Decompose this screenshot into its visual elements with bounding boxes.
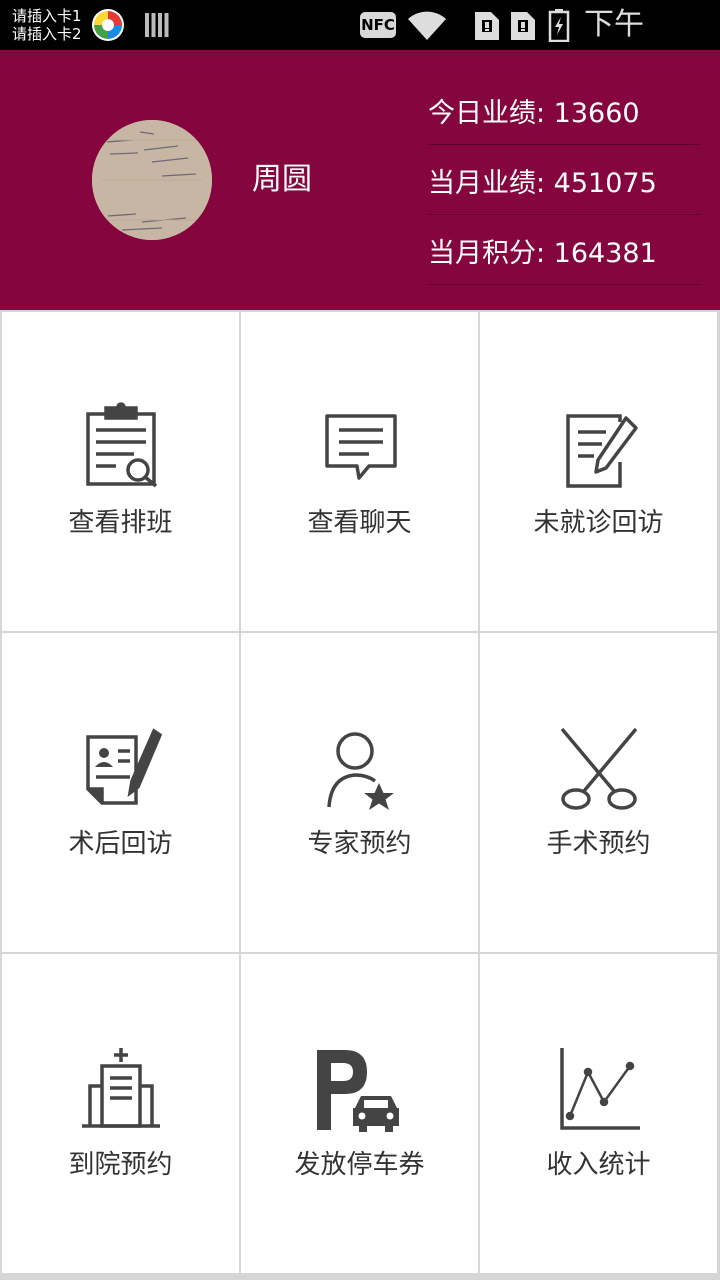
line-chart-icon — [559, 1048, 640, 1130]
menu-label-expert-appointment: 专家预约 — [307, 829, 412, 859]
stat-points-text: 当月积分: 164381 — [428, 238, 657, 269]
chat-icon — [324, 414, 397, 480]
app-notification-icon — [92, 9, 124, 41]
menu-label-post-surgery-followup: 术后回访 — [68, 829, 173, 859]
parking-icon — [316, 1050, 399, 1132]
profile-header: 周圆 今日业绩: 13660 当月业绩: 451075 当月积分: 164381 — [0, 50, 720, 310]
hospital-icon — [81, 1048, 160, 1128]
status-bar: 请插入卡1 请插入卡2 NFC 下午 2:30 — [0, 0, 720, 82]
menu-item-parking-coupon[interactable]: 发放停车券 — [241, 954, 478, 1273]
expert-icon — [326, 732, 394, 810]
stat-today-performance: 今日业绩: 13660 — [428, 75, 700, 145]
menu-label-income-stats: 收入统计 — [546, 1150, 651, 1180]
menu-grid: 查看排班 查看聊天 未就诊回访 术后回访 专家预约 手术预约 到院预约 发放停车… — [0, 310, 720, 1280]
menu-item-income-stats[interactable]: 收入统计 — [480, 954, 717, 1273]
stat-today-text: 今日业绩: 13660 — [428, 98, 640, 129]
sim-line-1: 请插入卡1 — [12, 7, 82, 25]
sim-status: 请插入卡1 请插入卡2 — [12, 7, 82, 43]
sim-card-2-icon — [511, 12, 535, 40]
menu-label-hospital-appointment: 到院预约 — [68, 1150, 173, 1180]
menu-item-hospital-appointment[interactable]: 到院预约 — [2, 954, 239, 1273]
id-card-icon — [85, 728, 162, 805]
storage-icon — [145, 13, 169, 37]
menu-item-chat[interactable]: 查看聊天 — [241, 312, 478, 631]
sim-line-2: 请插入卡2 — [12, 25, 82, 43]
menu-item-schedule[interactable]: 查看排班 — [2, 312, 239, 631]
menu-label-chat: 查看聊天 — [307, 508, 412, 538]
menu-label-schedule: 查看排班 — [68, 508, 173, 538]
scissors-icon — [560, 727, 637, 810]
avatar[interactable] — [92, 120, 212, 240]
menu-item-expert-appointment[interactable]: 专家预约 — [241, 633, 478, 952]
stat-month-points: 当月积分: 164381 — [428, 215, 700, 285]
battery-charging-icon — [548, 9, 570, 42]
menu-label-surgery-appointment: 手术预约 — [546, 829, 651, 859]
sim-card-1-icon — [475, 12, 499, 40]
stat-month-performance: 当月业绩: 451075 — [428, 145, 700, 215]
menu-label-no-visit-followup: 未就诊回访 — [533, 508, 664, 538]
menu-item-surgery-appointment[interactable]: 手术预约 — [480, 633, 717, 952]
menu-item-post-surgery-followup[interactable]: 术后回访 — [2, 633, 239, 952]
stat-month-text: 当月业绩: 451075 — [428, 168, 657, 199]
menu-item-no-visit-followup[interactable]: 未就诊回访 — [480, 312, 717, 631]
menu-label-parking-coupon: 发放停车券 — [294, 1150, 425, 1180]
user-name: 周圆 — [252, 162, 312, 197]
edit-note-icon — [565, 414, 638, 488]
avatar-image — [92, 120, 212, 240]
schedule-icon — [85, 402, 157, 488]
wifi-icon — [408, 11, 446, 40]
nfc-icon: NFC — [360, 12, 396, 38]
